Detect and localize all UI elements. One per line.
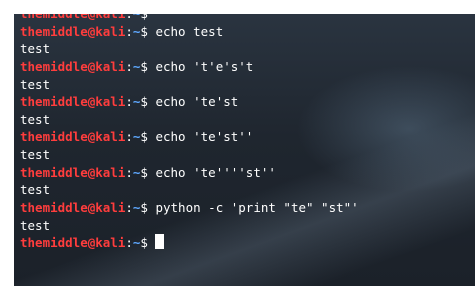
prompt-user-host: themiddle@kali: [20, 14, 125, 21]
prompt-symbol: $: [140, 235, 156, 251]
command-text: echo 'te''''st'': [155, 164, 276, 180]
prompt-user-host: themiddle@kali: [20, 23, 126, 39]
prompt-line: themiddle@kali:~$ echo 'te''''st'': [20, 164, 475, 182]
prompt-line: themiddle@kali:~$ echo test: [20, 23, 475, 41]
prompt-separator: :: [125, 235, 133, 251]
prompt-symbol: $: [140, 200, 156, 216]
prompt-symbol: $: [140, 58, 156, 74]
prompt-separator: :: [125, 14, 133, 21]
prompt-separator: :: [125, 23, 133, 39]
prompt-user-host: themiddle@kali: [20, 235, 126, 251]
prompt-user-host: themiddle@kali: [20, 129, 126, 145]
prompt-user-host: themiddle@kali: [20, 58, 126, 74]
output-text: test: [20, 217, 51, 233]
prompt-line: themiddle@kali:~$: [20, 234, 475, 252]
output-line: test: [20, 111, 475, 129]
prompt-separator: :: [125, 164, 133, 180]
prompt-line: themiddle@kali:~$: [20, 14, 475, 23]
prompt-separator: :: [125, 58, 133, 74]
prompt-user-host: themiddle@kali: [20, 94, 126, 110]
output-text: test: [20, 147, 51, 163]
output-line: test: [20, 146, 475, 164]
output-text: test: [20, 182, 51, 198]
terminal-window[interactable]: themiddle@kali:~$ themiddle@kali:~$ echo…: [14, 14, 475, 286]
output-text: test: [20, 111, 51, 127]
output-line: test: [20, 76, 475, 94]
output-line: test: [20, 217, 475, 235]
command-text: echo 't'e's't: [155, 58, 254, 74]
output-text: test: [20, 76, 51, 92]
text-cursor[interactable]: [155, 234, 165, 250]
prompt-symbol: $: [140, 164, 156, 180]
prompt-symbol: $: [140, 94, 156, 110]
command-text: python -c 'print "te" "st"': [155, 200, 359, 216]
prompt-line: themiddle@kali:~$ echo 'te'st: [20, 93, 475, 111]
output-line: test: [20, 40, 475, 58]
prompt-line: themiddle@kali:~$ echo 'te'st'': [20, 128, 475, 146]
prompt-separator: :: [125, 200, 133, 216]
prompt-separator: :: [125, 94, 133, 110]
output-line: test: [20, 181, 475, 199]
prompt-symbol: $: [140, 129, 156, 145]
prompt-separator: :: [125, 129, 133, 145]
prompt-line: themiddle@kali:~$ python -c 'print "te" …: [20, 199, 475, 217]
command-text: echo 'te'st'': [155, 129, 254, 145]
prompt-user-host: themiddle@kali: [20, 200, 126, 216]
output-text: test: [20, 41, 51, 57]
prompt-line: themiddle@kali:~$ echo 't'e's't: [20, 58, 475, 76]
prompt-user-host: themiddle@kali: [20, 164, 126, 180]
command-text: echo test: [155, 23, 224, 39]
prompt-symbol: $: [140, 23, 156, 39]
prompt-symbol: $: [140, 14, 155, 21]
terminal-output: themiddle@kali:~$ themiddle@kali:~$ echo…: [20, 14, 475, 252]
command-text: echo 'te'st: [155, 94, 239, 110]
